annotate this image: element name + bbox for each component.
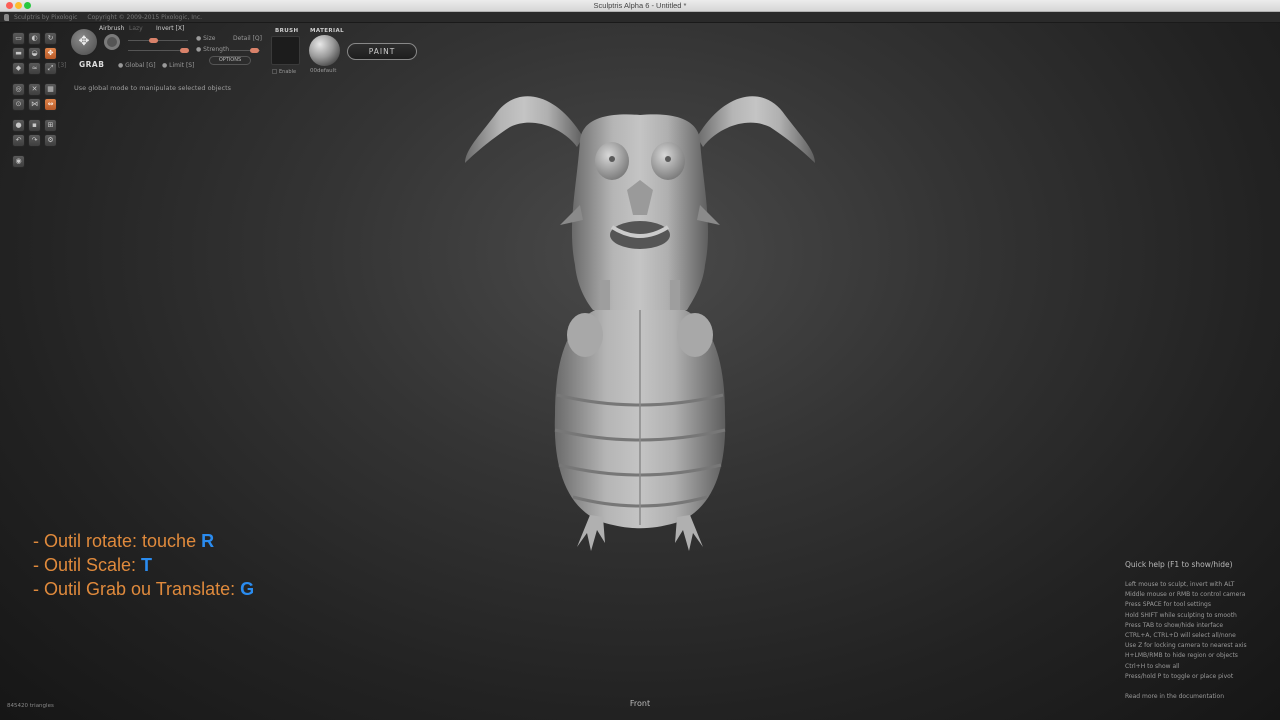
grab-brush-icon[interactable]: ✥ [70, 28, 98, 56]
enable-label: Enable [279, 69, 297, 75]
app-name: Sculptris by Pixologic [14, 14, 78, 21]
tool-palette: ▭ ◐ ↻ ▬ ◒ ✥ ◆ ≈ ⤢ ◎ ✕ ▦ ⊙ ⋈ ⇔ ● ▪ ⊞ ↶ ↷ ⚙ ◉ [12, 32, 58, 168]
crease-icon[interactable]: ◐ [28, 32, 41, 45]
paint-button[interactable]: PAINT [347, 43, 417, 60]
tool-spacer [12, 113, 25, 117]
quick-help-item: Hold SHIFT while sculpting to smooth [1125, 611, 1237, 619]
strength-label: ● Strength [196, 46, 230, 53]
shortcut-text: - Outil rotate: touche [33, 531, 202, 551]
quick-help-item: Left mouse to sculpt, invert with ALT [1125, 581, 1235, 588]
window-titlebar[interactable]: Sculptris Alpha 6 - Untitled * [0, 0, 1280, 12]
falloff-ring-icon[interactable] [104, 34, 120, 50]
add-plane-icon[interactable]: ▪ [28, 119, 41, 132]
tool-spacer [12, 149, 25, 153]
left-hand [567, 313, 603, 357]
quick-help-panel: Quick help (F1 to show/hide) Left mouse … [1125, 560, 1275, 700]
window-title: Sculptris Alpha 6 - Untitled * [593, 1, 687, 10]
wireframe-icon[interactable]: ⋈ [28, 98, 41, 111]
tool-spacer [28, 149, 41, 153]
brush-enable-checkbox[interactable] [272, 69, 277, 74]
move-object-icon[interactable]: ⇔ [44, 98, 57, 111]
mask-icon[interactable]: ✕ [28, 83, 41, 96]
grab-tool-icon[interactable]: ✥ [44, 47, 57, 60]
quick-help-item: Middle mouse or RMB to control camera [1125, 591, 1246, 599]
quick-help-title: Quick help (F1 to show/hide) [1125, 560, 1233, 569]
flatten-icon[interactable]: ▬ [12, 47, 25, 60]
quick-help-item: Press SPACE for tool settings [1125, 601, 1211, 609]
redo-icon[interactable]: ↷ [28, 134, 41, 147]
airbrush-toggle[interactable]: Airbrush [99, 25, 124, 32]
right-leg [675, 515, 703, 551]
material-preview-sphere[interactable] [309, 35, 340, 66]
triangle-count: 845420 triangles [7, 703, 54, 709]
subdivide-icon[interactable]: ▦ [44, 83, 57, 96]
eye-icon[interactable]: ◉ [12, 155, 25, 168]
tool-spacer [12, 77, 25, 81]
quick-help-item: CTRL+A, CTRL+D will select all/none [1125, 631, 1236, 639]
rotate-icon[interactable]: ↻ [44, 32, 57, 45]
brush-section-label: BRUSH [275, 28, 299, 34]
tool-hint: Use global mode to manipulate selected o… [74, 84, 231, 92]
symmetry-icon[interactable]: ⊙ [12, 98, 25, 111]
material-name: 00default [310, 68, 337, 74]
tool-spacer [28, 113, 41, 117]
size-label: ● Size [196, 35, 216, 42]
view-orientation-label: Front [629, 699, 651, 708]
shortcut-line: - Outil rotate: touche R [33, 531, 254, 555]
brush-texture-slot[interactable] [271, 36, 300, 65]
pinch-icon[interactable]: ◆ [12, 62, 25, 75]
tool-spacer [44, 149, 57, 153]
global-toggle[interactable]: ● Global [G] [118, 62, 156, 69]
quick-help-item: Ctrl+H to show all [1125, 662, 1180, 670]
strength-slider-track[interactable] [128, 50, 188, 51]
left-leg [577, 515, 605, 551]
shortcut-key: G [240, 579, 255, 599]
invert-toggle[interactable]: Invert [X] [156, 25, 184, 32]
lazy-toggle[interactable]: Lazy [129, 25, 143, 32]
undo-icon[interactable]: ↶ [12, 134, 25, 147]
quick-help-item: Press/hold P to toggle or place pivot [1125, 672, 1234, 680]
add-sphere-icon[interactable]: ● [12, 119, 25, 132]
strength-slider-knob[interactable] [180, 48, 189, 53]
shortcut-line: - Outil Grab ou Translate: G [33, 579, 254, 603]
sculpt-model-viewport[interactable] [455, 85, 825, 560]
right-horn [697, 96, 815, 163]
quick-help-item: H+LMB/RMB to hide region or objects [1125, 652, 1238, 660]
reduce-icon[interactable]: ◎ [12, 83, 25, 96]
sculptris-logo-icon [4, 14, 9, 21]
material-section-label: MATERIAL [310, 28, 345, 34]
shortcut-overlay: - Outil rotate: touche R- Outil Scale: T… [33, 531, 254, 603]
shortcut-hint: [3] [58, 62, 67, 69]
shortcut-key: T [141, 555, 153, 575]
tool-spacer [44, 113, 57, 117]
size-slider-track[interactable] [128, 40, 188, 41]
shortcut-key: R [201, 531, 215, 551]
inflate-icon[interactable]: ◒ [28, 47, 41, 60]
smooth-icon[interactable]: ≈ [28, 62, 41, 75]
copyright-text: Copyright © 2009-2015 Pixologic, Inc. [87, 14, 203, 21]
shortcut-text: - Outil Grab ou Translate: [33, 579, 241, 599]
shortcut-text: - Outil Scale: [33, 555, 142, 575]
tool-name: GRAB [79, 60, 105, 69]
draw-icon[interactable]: ▭ [12, 32, 25, 45]
import-icon[interactable]: ⊞ [44, 119, 57, 132]
detail-label[interactable]: Detail [Q] [233, 35, 262, 42]
options-button[interactable]: OPTIONS [209, 56, 251, 65]
size-slider-knob[interactable] [149, 38, 158, 43]
detail-slider-knob[interactable] [250, 48, 259, 53]
left-horn [465, 96, 583, 163]
right-hand [677, 313, 713, 357]
settings-icon[interactable]: ⚙ [44, 134, 57, 147]
quick-help-item: Use Z for locking camera to nearest axis [1125, 642, 1247, 650]
quick-help-item: Press TAB to show/hide interface [1125, 621, 1224, 629]
scale-icon[interactable]: ⤢ [44, 62, 57, 75]
tool-spacer [44, 77, 57, 81]
limit-toggle[interactable]: ● Limit [S] [162, 62, 194, 69]
tool-spacer [28, 77, 41, 81]
shortcut-line: - Outil Scale: T [33, 555, 254, 579]
app-strip: Sculptris by Pixologic Copyright © 2009-… [0, 12, 1280, 23]
